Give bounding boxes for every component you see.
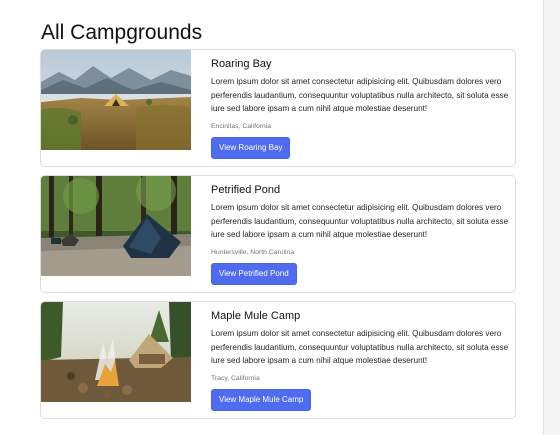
card-body: Maple Mule Camp Lorem ipsum dolor sit am… [211,308,509,411]
campground-description: Lorem ipsum dolor sit amet consectetur a… [211,329,509,365]
page-title: All Campgrounds [41,21,203,44]
campground-image-campfire [41,302,191,402]
card-body: Roaring Bay Lorem ipsum dolor sit amet c… [211,56,509,159]
campground-image-forest-tent [41,176,191,276]
campground-description: Lorem ipsum dolor sit amet consectetur a… [211,203,509,239]
vertical-scrollbar[interactable] [543,0,560,435]
card-body: Petrified Pond Lorem ipsum dolor sit ame… [211,182,509,285]
view-campground-button[interactable]: View Maple Mule Camp [211,388,312,411]
campground-card: Roaring Bay Lorem ipsum dolor sit amet c… [40,49,516,167]
campgrounds-page: All Campgrounds Roaring Bay Lorem ipsum … [0,0,560,435]
view-campground-button[interactable]: View Roaring Bay [211,136,291,159]
campground-name: Maple Mule Camp [211,310,301,322]
campground-name: Roaring Bay [211,58,272,70]
view-campground-button[interactable]: View Petrified Pond [211,262,297,285]
campground-description: Lorem ipsum dolor sit amet consectetur a… [211,77,509,113]
campground-location: Encinitas, California [211,122,272,130]
campground-card: Maple Mule Camp Lorem ipsum dolor sit am… [40,301,516,419]
campground-image-mountain-tent [41,50,191,150]
campground-name: Petrified Pond [211,184,281,196]
campground-card: Petrified Pond Lorem ipsum dolor sit ame… [40,175,516,293]
campground-location: Tracy, California [211,374,260,382]
campground-location: Huntersville, North Carolina [211,248,295,256]
